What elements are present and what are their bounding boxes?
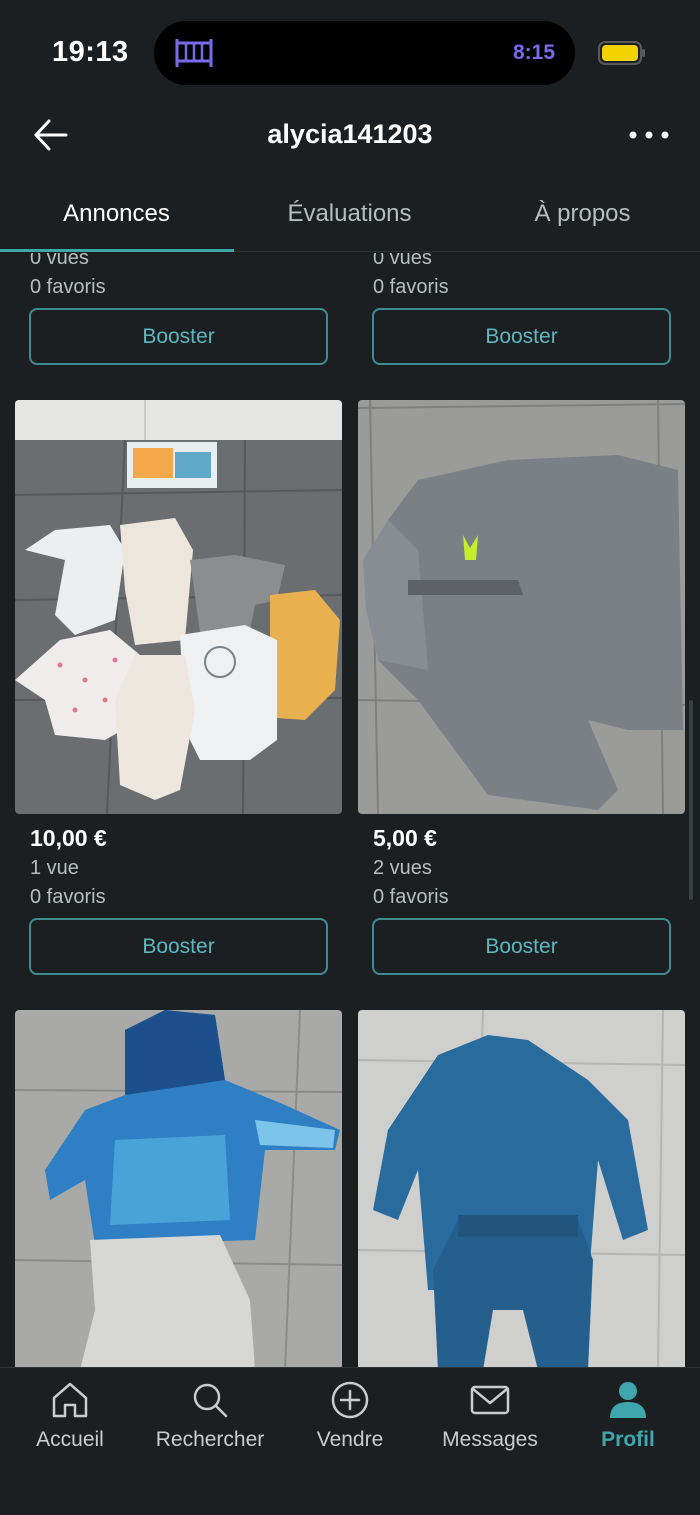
profile-header: alycia141203 [0, 105, 700, 165]
envelope-icon [470, 1385, 510, 1415]
nav-label: Vendre [316, 1428, 384, 1451]
battery-icon [598, 41, 645, 65]
dynamic-island: 8:15 [154, 21, 575, 85]
page-title: alycia141203 [267, 119, 433, 149]
listing-favorites: 0 favoris [30, 276, 106, 298]
tab-annonces[interactable]: Annonces [0, 200, 233, 228]
scrollbar[interactable] [689, 700, 693, 900]
nav-label: Profil [601, 1428, 655, 1451]
booster-button[interactable]: Booster [29, 308, 328, 365]
search-icon [193, 1383, 228, 1418]
home-icon [52, 1382, 88, 1418]
active-tab-indicator [0, 249, 234, 252]
listing-views: 2 vues [373, 857, 432, 879]
more-options-icon[interactable] [626, 119, 672, 151]
crib-icon [175, 39, 213, 67]
plus-circle-icon [331, 1381, 369, 1419]
listing-views: 0 vues [30, 253, 89, 269]
status-bar: 19:13 8:15 [0, 0, 700, 105]
tab-evaluations[interactable]: Évaluations [233, 200, 466, 228]
listing-views: 1 vue [30, 857, 79, 879]
blue-outfit-photo [358, 1010, 685, 1367]
listing-favorites: 0 favoris [30, 886, 106, 908]
nav-label: Rechercher [155, 1428, 265, 1451]
blue-hoodie-set-photo [15, 1010, 342, 1367]
nav-vendre[interactable]: Vendre [280, 1378, 420, 1468]
nav-accueil[interactable]: Accueil [0, 1378, 140, 1468]
bottom-navigation: Accueil Rechercher Vendre Messages Profi… [0, 1367, 700, 1515]
nav-rechercher[interactable]: Rechercher [140, 1378, 280, 1468]
nav-label: Accueil [36, 1428, 104, 1451]
booster-button[interactable]: Booster [372, 918, 671, 975]
tab-a-propos[interactable]: À propos [466, 200, 699, 228]
booster-button[interactable]: Booster [372, 308, 671, 365]
status-time: 19:13 [52, 36, 129, 68]
listings-grid: 0 vues 0 favoris Booster 0 vues 0 favori… [0, 253, 700, 1367]
booster-button[interactable]: Booster [29, 918, 328, 975]
person-icon [610, 1382, 646, 1418]
timer-text: 8:15 [512, 41, 555, 64]
profile-tabs: Annonces Évaluations À propos [0, 182, 700, 252]
listing-photo[interactable] [15, 400, 342, 814]
baby-bodysuits-photo [15, 400, 342, 814]
listing-photo[interactable] [358, 400, 685, 814]
listing-favorites: 0 favoris [373, 276, 449, 298]
listing-photo[interactable] [15, 1010, 342, 1367]
nav-label: Messages [442, 1428, 538, 1451]
nav-messages[interactable]: Messages [420, 1378, 560, 1468]
grey-sweater-photo [358, 400, 685, 814]
listing-price: 10,00 € [30, 825, 107, 851]
listing-favorites: 0 favoris [373, 886, 449, 908]
nav-profil[interactable]: Profil [558, 1378, 698, 1468]
listing-price: 5,00 € [373, 825, 437, 851]
listing-photo[interactable] [358, 1010, 685, 1367]
listing-views: 0 vues [373, 253, 432, 269]
